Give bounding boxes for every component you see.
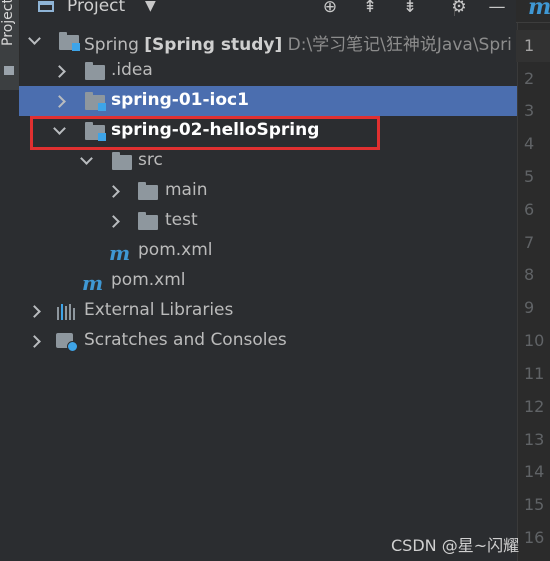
collapse-all-icon[interactable]: ⇟ bbox=[399, 0, 421, 18]
chevron-right-icon[interactable] bbox=[53, 65, 66, 78]
editor-tab-pom-xml[interactable]: m bbox=[516, 0, 550, 23]
line-number: 2 bbox=[524, 69, 535, 88]
folder-icon bbox=[4, 66, 14, 75]
chevron-down-icon[interactable] bbox=[28, 32, 41, 45]
tree-row-root-pom-xml[interactable]: m pom.xml bbox=[19, 266, 517, 296]
tree-row-spring-01-ioc1[interactable]: spring-01-ioc1 bbox=[19, 86, 517, 116]
line-number: 3 bbox=[524, 101, 535, 120]
gear-icon[interactable]: ⚙ bbox=[448, 0, 470, 18]
tree-row-test[interactable]: test bbox=[19, 206, 517, 236]
line-number: 13 bbox=[524, 430, 545, 449]
tree-row-idea[interactable]: .idea bbox=[19, 56, 517, 86]
tree-row-label: Spring [Spring study] D:\学习笔记\狂神说Java\Sp… bbox=[84, 30, 512, 55]
root-project-name: Spring bbox=[84, 35, 139, 55]
chevron-down-icon[interactable]: ▼ bbox=[145, 0, 156, 14]
tree-row-module-pom-xml[interactable]: m pom.xml bbox=[19, 236, 517, 266]
chevron-right-icon[interactable] bbox=[53, 95, 66, 108]
tree-row-main[interactable]: main bbox=[19, 176, 517, 206]
line-number: 4 bbox=[524, 134, 535, 153]
csdn-watermark: CSDN @星~闪耀 bbox=[391, 536, 520, 555]
annotation-highlight-box bbox=[30, 116, 380, 150]
tree-row-label: main bbox=[165, 180, 208, 200]
tree-row-label: test bbox=[165, 210, 198, 230]
locate-icon[interactable]: ⊕ bbox=[319, 0, 341, 18]
tree-row-label: pom.xml bbox=[138, 240, 213, 260]
line-number: 6 bbox=[524, 200, 535, 219]
project-tool-tab-label[interactable]: Project bbox=[0, 0, 16, 46]
expand-all-icon[interactable]: ⇞ bbox=[359, 0, 381, 18]
scratches-icon bbox=[56, 333, 78, 352]
module-folder-icon bbox=[85, 92, 106, 111]
folder-icon bbox=[112, 152, 132, 170]
tree-row-root-spring[interactable]: Spring [Spring study] D:\学习笔记\狂神说Java\Sp… bbox=[19, 26, 517, 56]
maven-icon: m bbox=[528, 0, 550, 20]
root-project-alias: [Spring study] bbox=[144, 35, 283, 55]
project-view-title[interactable]: Project bbox=[67, 0, 125, 16]
line-number: 7 bbox=[524, 233, 535, 252]
tree-row-label: src bbox=[138, 150, 163, 170]
maven-icon: m bbox=[109, 241, 131, 265]
line-number: 12 bbox=[524, 397, 545, 416]
project-tool-window-stripe[interactable]: Project bbox=[0, 0, 20, 90]
tree-row-src[interactable]: src bbox=[19, 146, 517, 176]
maven-icon: m bbox=[82, 271, 104, 295]
chevron-right-icon[interactable] bbox=[107, 185, 120, 198]
module-folder-icon bbox=[59, 32, 80, 51]
tree-row-label: External Libraries bbox=[84, 300, 234, 320]
hide-icon[interactable]: — bbox=[486, 0, 508, 18]
chevron-right-icon[interactable] bbox=[28, 335, 41, 348]
line-number: 11 bbox=[524, 364, 545, 383]
line-number: 14 bbox=[524, 462, 545, 481]
tree-row-label: pom.xml bbox=[111, 270, 186, 290]
tree-row-label: spring-01-ioc1 bbox=[111, 90, 249, 110]
project-panel-header: Project ▼ ⊕ ⇞ ⇟ ⚙ — bbox=[19, 0, 517, 22]
line-number: 1 bbox=[524, 36, 535, 55]
tree-row-label: .idea bbox=[111, 60, 153, 80]
chevron-down-icon[interactable] bbox=[80, 152, 93, 165]
folder-icon bbox=[138, 182, 158, 200]
chevron-right-icon[interactable] bbox=[107, 215, 120, 228]
line-number: 5 bbox=[524, 167, 535, 186]
line-number: 15 bbox=[524, 495, 545, 514]
line-number: 16 bbox=[524, 528, 545, 547]
tree-row-external-libraries[interactable]: External Libraries bbox=[19, 296, 517, 326]
window-icon bbox=[38, 1, 54, 12]
chevron-right-icon[interactable] bbox=[28, 305, 41, 318]
tree-row-scratches-and-consoles[interactable]: Scratches and Consoles bbox=[19, 326, 517, 356]
folder-icon bbox=[85, 62, 105, 80]
line-number: 9 bbox=[524, 298, 535, 317]
line-number: 10 bbox=[524, 331, 545, 350]
root-project-path: D:\学习笔记\狂神说Java\Spri bbox=[287, 35, 512, 55]
tree-row-label: Scratches and Consoles bbox=[84, 330, 287, 350]
folder-icon bbox=[138, 212, 158, 230]
line-number: 8 bbox=[524, 265, 535, 284]
library-icon bbox=[57, 304, 77, 320]
